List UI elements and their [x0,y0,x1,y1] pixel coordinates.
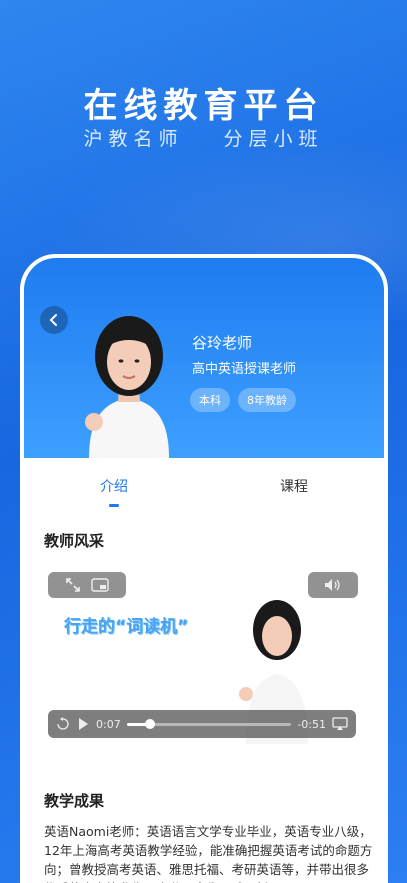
teacher-photo [85,316,169,458]
video-top-left-controls [48,572,126,598]
replay-15-icon[interactable] [56,717,70,731]
expand-icon[interactable] [65,577,81,593]
tag-degree: 本科 [190,388,230,412]
tag-experience: 8年教龄 [238,388,296,412]
teacher-profile-header: 谷玲老师 高中英语授课老师 本科 8年教龄 [24,258,384,458]
volume-icon [325,579,340,591]
banner-headline: 在线教育平台 [83,86,324,126]
section-title-results: 教学成果 [44,792,105,810]
video-control-bar: 0:07 -0:51 [48,710,356,738]
seek-bar-knob[interactable] [144,718,155,729]
phone-mockup: 谷玲老师 高中英语授课老师 本科 8年教龄 介绍 课程 教师风采 行走的“词读机… [20,254,388,883]
tab-bar: 介绍 课程 [24,458,384,514]
tab-courses[interactable]: 课程 [204,458,384,514]
teacher-description: 英语Naomi老师：英语语言文学专业毕业，英语专业八级，12年上海高考英语教学经… [44,824,373,883]
remaining-time: -0:51 [297,717,326,731]
video-player[interactable]: 行走的“词读机” 0:07 -0:51 [44,564,360,744]
banner-subline: 沪教名师 分层小班 [0,124,407,151]
current-time: 0:07 [96,717,121,731]
banner-sub-left: 沪教名师 [83,128,184,150]
seek-bar[interactable] [126,718,292,729]
play-icon[interactable] [76,717,90,731]
tab-intro[interactable]: 介绍 [24,458,204,514]
teacher-tags: 本科 8年教龄 [190,388,296,412]
banner-sub-right: 分层小班 [223,128,324,150]
airplay-icon[interactable] [332,717,348,731]
chevron-left-icon [49,314,57,326]
teacher-name: 谷玲老师 [192,334,253,352]
teacher-role: 高中英语授课老师 [192,362,297,377]
video-caption: 行走的“词读机” [64,617,189,637]
picture-in-picture-icon[interactable] [91,578,109,592]
section-title-style: 教师风采 [44,532,105,550]
